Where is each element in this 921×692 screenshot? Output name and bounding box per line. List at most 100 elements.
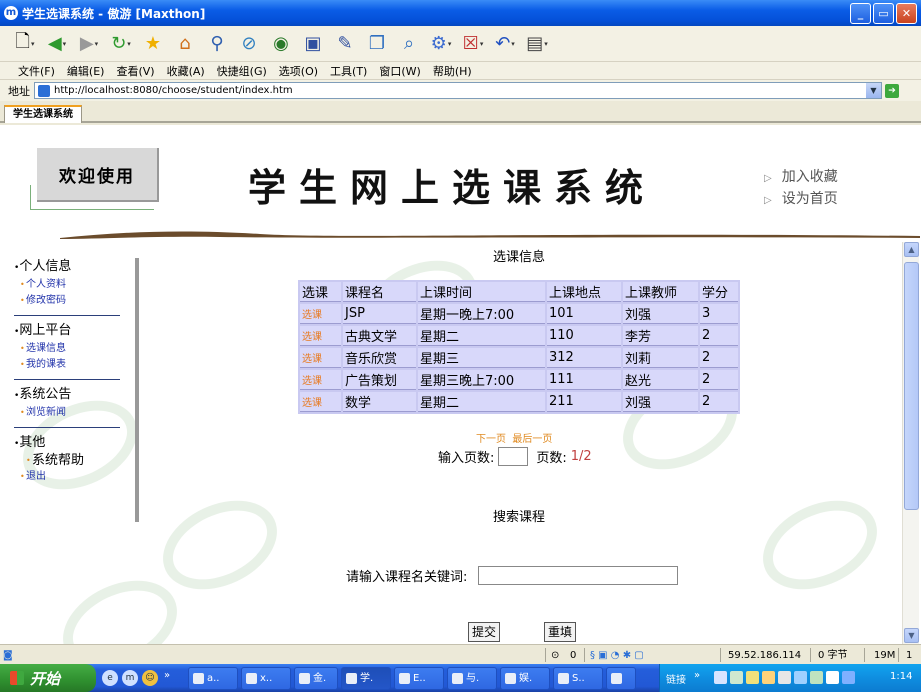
security-icon[interactable] (762, 671, 775, 684)
menu-tools[interactable]: 工具(T) (330, 63, 367, 79)
menu-file[interactable]: 文件(F) (18, 63, 55, 79)
update-icon[interactable] (810, 671, 823, 684)
save-icon[interactable]: ▣ (300, 31, 326, 57)
edit-icon[interactable]: ✎ (332, 31, 358, 57)
address-input[interactable]: http://localhost:8080/choose/student/ind… (34, 82, 882, 99)
go-icon[interactable]: ➔ (885, 83, 899, 98)
undo-icon[interactable]: ↶ ▾ (492, 31, 518, 57)
column-header: 课程名 (343, 282, 416, 302)
menu-groups[interactable]: 快捷组(G) (217, 63, 267, 79)
table-cell: 古典文学 (343, 326, 416, 346)
select-course-link[interactable]: 选课 (302, 398, 322, 409)
network-icon[interactable] (730, 671, 743, 684)
taskbar-item-active[interactable]: 学. (341, 667, 391, 690)
links-label[interactable]: 链接 (666, 671, 686, 686)
menu-favorites[interactable]: 收藏(A) (167, 63, 205, 79)
select-course-link[interactable]: 选课 (302, 310, 322, 321)
options-icon[interactable]: ▤ ▾ (524, 31, 550, 57)
ie-icon[interactable]: e (102, 670, 118, 686)
minimize-button[interactable]: _ (850, 3, 871, 24)
select-course-link[interactable]: 选课 (302, 332, 322, 343)
vertical-scrollbar[interactable]: ▲ ▼ (902, 242, 919, 644)
reset-button[interactable]: 重填 (544, 622, 577, 642)
antivirus-icon[interactable] (746, 671, 759, 684)
taskbar-item[interactable]: a.. (188, 667, 238, 690)
taskbar: 开始 e m ☺ » a.. x.. 金. 学. E.. 与. 娱. S.. 链… (0, 664, 921, 692)
messenger-tray-icon[interactable] (794, 671, 807, 684)
browser-toolbar: 🗋 ▾ ◀ ▾ ▶ ▾ ↻ ▾ ★ ⌂ ⚲ ⊘ ◉ ▣ ✎ ❐ ⌕ ⚙ ▾ ☒ ▾ ↶ ▾ ▤… (0, 26, 921, 62)
tab-bar: 学生选课系统 (0, 101, 921, 123)
menu-options[interactable]: 选项(O) (279, 63, 318, 79)
menu-window[interactable]: 窗口(W) (379, 63, 420, 79)
select-course-link[interactable]: 选课 (302, 376, 322, 387)
select-course-cell: 选课 (300, 392, 341, 412)
quicklaunch-more-icon[interactable]: » (164, 670, 170, 681)
taskbar-item[interactable]: 金. (294, 667, 338, 690)
maximize-button[interactable]: ▭ (873, 3, 894, 24)
forward-icon[interactable]: ▶ ▾ (76, 31, 102, 57)
search-input[interactable] (478, 566, 679, 585)
add-favorite-link[interactable]: ▷ 加入收藏 (764, 167, 838, 189)
background-leaf-decoration (748, 483, 892, 607)
search-icon[interactable]: ⚲ (204, 31, 230, 57)
start-button[interactable]: 开始 (0, 664, 96, 692)
popup-blocker-icon[interactable]: ⊙ (551, 648, 559, 663)
find-icon[interactable]: ⌕ (396, 31, 422, 57)
chevron-down-icon[interactable]: ▼ (866, 83, 881, 98)
address-url[interactable]: http://localhost:8080/choose/student/ind… (54, 85, 866, 96)
tray-app-icon[interactable] (842, 671, 855, 684)
sidebar-item-profile[interactable]: 个人资料 (14, 277, 124, 293)
stop-icon[interactable]: ⊘ (236, 31, 262, 57)
folder-icon (193, 672, 204, 684)
home-icon[interactable]: ⌂ (172, 31, 198, 57)
sidebar-item-logout[interactable]: 退出 (14, 469, 124, 485)
keyboard-icon[interactable] (714, 671, 727, 684)
taskbar-item[interactable]: E.. (394, 667, 444, 690)
last-page-link[interactable]: 最后一页 (512, 434, 552, 445)
copy-icon[interactable]: ❐ (364, 31, 390, 57)
set-homepage-link[interactable]: ▷ 设为首页 (764, 189, 838, 211)
new-page-icon[interactable]: 🗋 ▾ (12, 31, 38, 57)
scroll-down-icon[interactable]: ▼ (904, 628, 919, 643)
tab-student-course-system[interactable]: 学生选课系统 (4, 105, 82, 123)
column-header: 上课教师 (623, 282, 698, 302)
page-number-input[interactable] (498, 447, 529, 466)
taskbar-item[interactable]: 与. (447, 667, 497, 690)
submit-button[interactable]: 提交 (468, 622, 501, 642)
close-button[interactable]: ✕ (896, 3, 917, 24)
next-page-link[interactable]: 下一页 (476, 434, 506, 445)
messenger-icon[interactable]: ☺ (142, 670, 158, 686)
links-more-icon[interactable]: » (694, 670, 700, 681)
app-icon (505, 672, 516, 684)
close-tab-icon[interactable]: ☒ ▾ (460, 31, 486, 57)
page-count-label: 页数: (536, 451, 567, 466)
sidebar-item-course-info[interactable]: 选课信息 (14, 341, 124, 357)
taskbar-item[interactable]: x.. (241, 667, 291, 690)
maxthon-quicklaunch-icon[interactable]: m (122, 670, 138, 686)
sidebar-item-browse-news[interactable]: 浏览新闻 (14, 405, 124, 421)
display-icon[interactable] (826, 671, 839, 684)
sidebar-item-help[interactable]: 系统帮助 (14, 453, 124, 469)
back-icon[interactable]: ◀ ▾ (44, 31, 70, 57)
menu-view[interactable]: 查看(V) (116, 63, 154, 79)
globe-icon[interactable]: ◉ (268, 31, 294, 57)
sidebar-item-change-password[interactable]: 修改密码 (14, 293, 124, 309)
sidebar-item-my-schedule[interactable]: 我的课表 (14, 357, 124, 373)
menu-edit[interactable]: 编辑(E) (67, 63, 105, 79)
status-tools-icons[interactable]: § ▣ ◔ ✱ ▢ (590, 648, 644, 663)
taskbar-item[interactable] (606, 667, 636, 690)
favorites-star-icon[interactable]: ★ (140, 31, 166, 57)
column-header: 上课地点 (547, 282, 621, 302)
tools-icon[interactable]: ⚙ ▾ (428, 31, 454, 57)
nav-section-other: 其他 系统帮助 退出 (14, 434, 124, 485)
volume-icon[interactable] (778, 671, 791, 684)
scroll-up-icon[interactable]: ▲ (904, 242, 919, 257)
background-leaf-decoration (148, 483, 292, 607)
select-course-link[interactable]: 选课 (302, 354, 322, 365)
taskbar-item[interactable]: 娱. (500, 667, 550, 690)
taskbar-item[interactable]: S.. (553, 667, 603, 690)
refresh-icon[interactable]: ↻ ▾ (108, 31, 134, 57)
menu-help[interactable]: 帮助(H) (433, 63, 472, 79)
clock[interactable]: 1:14 (890, 671, 912, 682)
scrollbar-thumb[interactable] (904, 262, 919, 510)
